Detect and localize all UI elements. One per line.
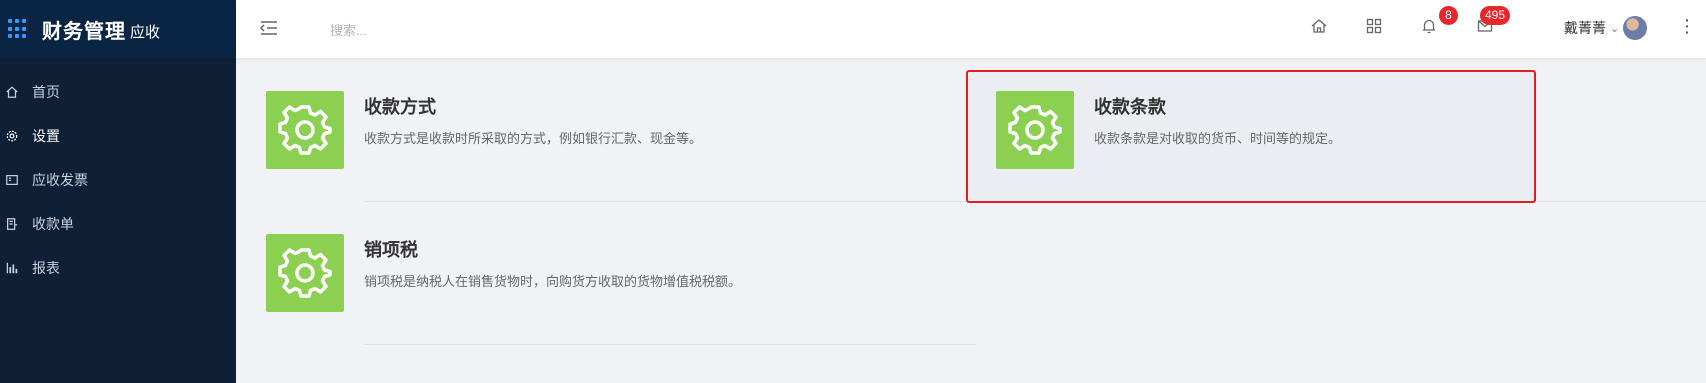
gear-icon — [4, 128, 20, 144]
card-title: 收款条款 — [1094, 97, 1166, 117]
user-menu[interactable]: 戴菁菁 ⌄ — [1564, 16, 1648, 40]
gear-icon — [266, 234, 344, 312]
user-name: 戴菁菁 — [1564, 20, 1606, 36]
sidebar-item-label: 报表 — [32, 260, 60, 276]
gear-icon — [266, 91, 344, 169]
card-payment-method[interactable]: 收款方式 收款方式是收款时所采取的方式，例如银行汇款、现金等。 — [266, 91, 866, 171]
card-description: 收款方式是收款时所采取的方式，例如银行汇款、现金等。 — [364, 131, 703, 146]
brand[interactable]: 财务管理 应收 — [0, 0, 236, 58]
divider — [1536, 201, 1706, 202]
sidebar-menu: 首页 设置 应收发票 收款单 报表 — [0, 70, 236, 290]
brand-title: 财务管理 — [42, 20, 126, 43]
brand-subtitle: 应收 — [130, 24, 161, 41]
chevron-down-icon: ⌄ — [1610, 22, 1620, 35]
sidebar-item-home[interactable]: 首页 — [0, 70, 236, 114]
avatar — [1623, 16, 1648, 40]
card-title: 收款方式 — [364, 97, 436, 117]
sidebar-item-reports[interactable]: 报表 — [0, 246, 236, 290]
sidebar-item-label: 设置 — [32, 128, 60, 144]
card-title: 销项税 — [364, 240, 418, 260]
divider — [364, 344, 976, 345]
sidebar-item-invoices[interactable]: 应收发票 — [0, 158, 236, 202]
sidebar-item-receipts[interactable]: 收款单 — [0, 202, 236, 246]
bell-icon[interactable] — [1420, 17, 1440, 37]
sidebar-item-settings[interactable]: 设置 — [0, 114, 236, 158]
more-vertical-icon[interactable]: ⋮ — [1678, 15, 1696, 37]
message-badge: 495 — [1480, 6, 1511, 25]
card-description: 销项税是纳税人在销售货物时，向购货方收取的货物增值税税额。 — [364, 274, 742, 289]
card-payment-terms[interactable]: 收款条款 收款条款是对收取的货币、时间等的规定。 — [996, 91, 1516, 171]
card-description: 收款条款是对收取的货币、时间等的规定。 — [1094, 131, 1342, 146]
sidebar-item-label: 收款单 — [32, 216, 74, 232]
search-input[interactable] — [328, 18, 592, 42]
apps-icon[interactable] — [1365, 17, 1385, 37]
home-icon[interactable] — [1310, 17, 1330, 37]
divider — [364, 201, 966, 202]
sidebar-item-label: 首页 — [32, 84, 60, 100]
sidebar: 财务管理 应收 首页 设置 应收发票 收款单 报表 — [0, 0, 236, 383]
gear-icon — [996, 91, 1074, 169]
receipt-icon — [4, 216, 20, 232]
card-output-tax[interactable]: 销项税 销项税是纳税人在销售货物时，向购货方收取的货物增值税税额。 — [266, 234, 916, 314]
notification-badge: 8 — [1439, 6, 1458, 25]
home-icon — [4, 84, 20, 100]
sidebar-item-label: 应收发票 — [32, 172, 88, 188]
app-grid-icon — [8, 19, 28, 39]
menu-collapse-icon[interactable] — [258, 17, 280, 39]
top-header: 8 495 戴菁菁 ⌄ ⋮ — [236, 0, 1706, 58]
invoice-icon — [4, 172, 20, 188]
bar-chart-icon — [4, 260, 20, 276]
